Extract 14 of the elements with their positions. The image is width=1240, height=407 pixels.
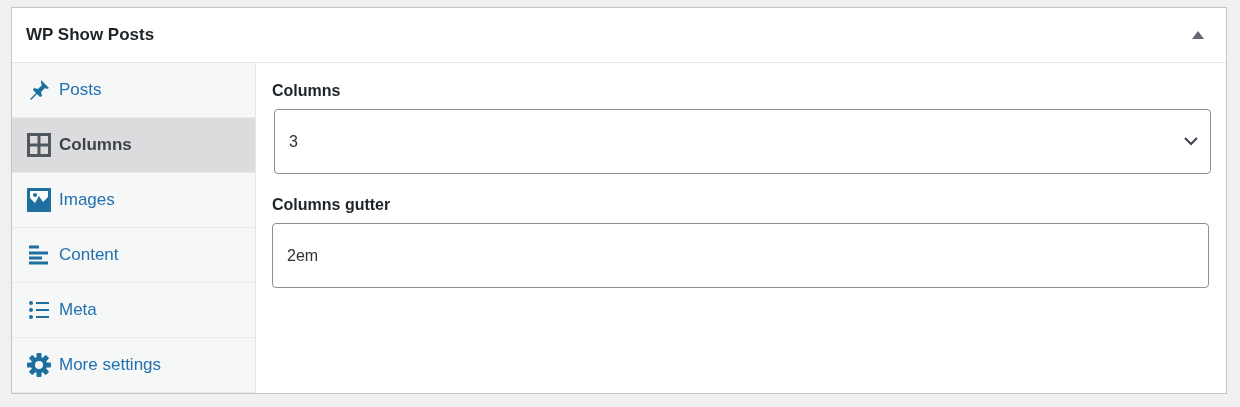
panel-title: WP Show Posts xyxy=(26,25,155,45)
image-icon xyxy=(27,188,51,212)
list-icon xyxy=(28,300,50,320)
sidebar-tab[interactable]: Columns xyxy=(12,118,255,173)
grid-icon xyxy=(27,133,51,157)
chevron-down-icon xyxy=(1184,137,1198,146)
gear-icon xyxy=(27,353,51,377)
text-field[interactable]: 2em xyxy=(272,223,1209,288)
field-label: Columns xyxy=(272,82,342,100)
select-field[interactable]: 3 xyxy=(274,109,1211,174)
field-label: Columns gutter xyxy=(272,196,392,214)
align-left-icon xyxy=(28,245,50,265)
pushpin-icon xyxy=(28,79,50,101)
triangle-up-icon xyxy=(1192,31,1204,39)
